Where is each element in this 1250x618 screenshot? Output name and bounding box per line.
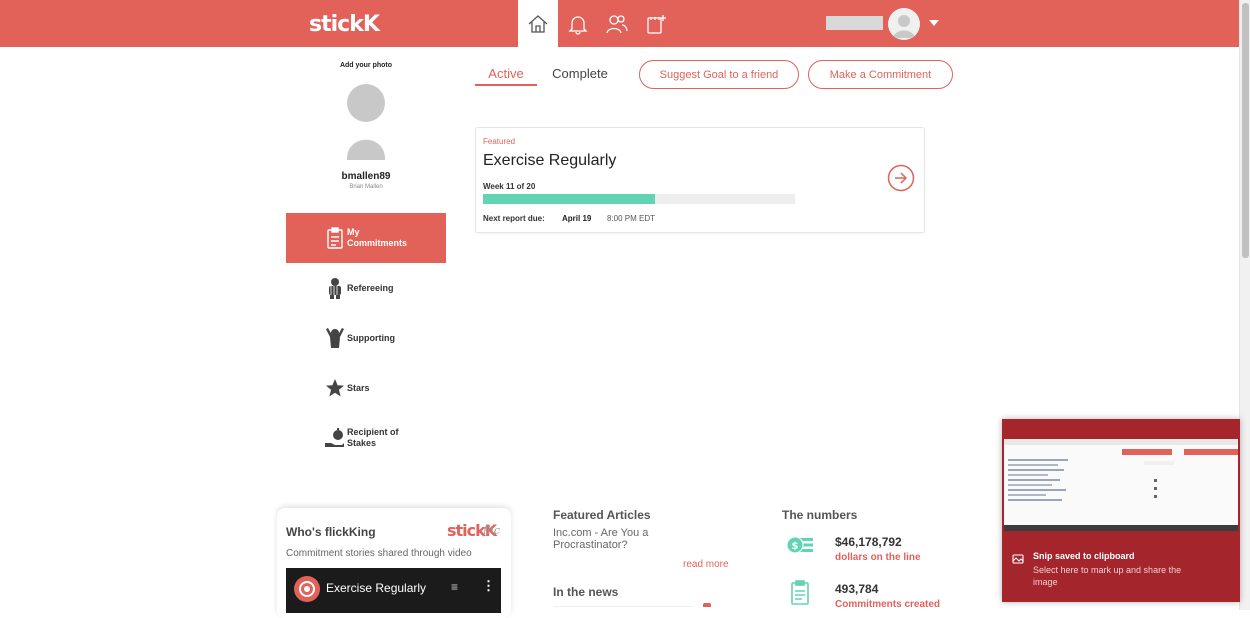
money-hand-icon <box>325 427 345 449</box>
cheer-icon <box>325 327 345 349</box>
sidebar-item-label: Refereeing <box>347 282 394 293</box>
svg-text:$: $ <box>792 541 799 552</box>
divider <box>553 606 693 607</box>
snip-notification-title: Snip saved to clipboard <box>1033 551 1135 561</box>
snip-notification-description: Select here to mark up and share the ima… <box>1033 565 1182 587</box>
next-report-date: April 19 <box>562 214 592 223</box>
commitment-title[interactable]: Exercise Regularly <box>483 152 616 170</box>
user-name-placeholder[interactable] <box>826 16 883 30</box>
channel-avatar[interactable] <box>294 576 320 602</box>
commitments-count-value: 493,784 <box>835 582 879 596</box>
flickking-title: Who's flickKing <box>286 525 376 539</box>
full-name: Brian Mallen <box>349 184 383 190</box>
star-icon <box>325 377 345 399</box>
flickking-card: Who's flickKing stickK flic Commitment s… <box>277 508 511 618</box>
sidebar-item-label: My Commitments <box>347 227 408 248</box>
scrollbar-thumb[interactable] <box>1242 3 1249 258</box>
referee-icon <box>325 277 345 299</box>
snip-notification[interactable]: Snip saved to clipboard Select here to m… <box>1002 419 1240 602</box>
home-icon[interactable] <box>518 0 558 47</box>
page-scrollbar[interactable] <box>1239 0 1250 610</box>
chevron-down-icon[interactable] <box>929 20 939 26</box>
profile-placeholder-icon[interactable] <box>344 83 388 161</box>
featured-articles-title: Featured Articles <box>553 508 651 522</box>
snip-thumbnail[interactable] <box>1004 439 1238 531</box>
more-vertical-icon[interactable]: ⋮ <box>482 578 495 594</box>
username: bmallen89 <box>341 171 391 182</box>
people-icon[interactable] <box>597 0 637 47</box>
next-report-time: 8:00 PM EDT <box>607 214 656 223</box>
clipboard-icon <box>325 227 345 249</box>
make-commitment-button[interactable]: Make a Commitment <box>808 60 953 89</box>
progress-bar-fill <box>483 194 655 204</box>
video-title[interactable]: Exercise Regularly <box>326 581 426 595</box>
sidebar-item-my-commitments[interactable]: My Commitments <box>286 213 446 263</box>
arrow-right-circle-icon[interactable] <box>887 164 915 192</box>
in-the-news-title: In the news <box>553 585 619 599</box>
add-photo-link[interactable]: Add your photo <box>316 62 416 69</box>
tab-complete[interactable]: Complete <box>549 66 611 81</box>
sidebar-item-supporting[interactable]: Supporting <box>286 313 446 363</box>
numbers-title: The numbers <box>782 508 858 522</box>
read-more-link[interactable]: read more <box>683 559 729 570</box>
week-progress-text: Week 11 of 20 <box>483 182 536 191</box>
featured-tag: Featured <box>483 137 516 146</box>
progress-bar <box>483 194 795 204</box>
tab-active[interactable]: Active <box>475 66 537 86</box>
flickking-subtitle: Commitment stories shared through video <box>286 548 472 559</box>
sidebar-item-refereeing[interactable]: Refereeing <box>286 263 446 313</box>
flickking-logo-suffix: flic <box>483 524 501 537</box>
top-navigation-bar: stickK <box>0 0 1239 47</box>
sidebar-item-label: Supporting <box>347 332 395 343</box>
commitment-card[interactable]: Featured Exercise Regularly Week 11 of 2… <box>475 127 925 233</box>
money-on-line-value: $46,178,792 <box>835 535 902 549</box>
sidebar-item-label: Recipient of Stakes <box>347 427 399 448</box>
avatar[interactable] <box>888 8 920 40</box>
next-report-label: Next report due: <box>483 214 545 223</box>
article-link[interactable]: Inc.com - Are You a Procrastinator? <box>553 527 673 551</box>
sidebar-item-recipient-of-stakes[interactable]: Recipient of Stakes <box>286 413 446 463</box>
sidebar-item-label: Stars <box>347 382 370 393</box>
money-on-line-label: dollars on the line <box>835 552 921 563</box>
add-note-icon[interactable] <box>636 0 676 47</box>
clipboard-icon <box>790 580 810 606</box>
snip-icon <box>1012 551 1024 564</box>
sidebar-item-stars[interactable]: Stars <box>286 363 446 413</box>
playlist-icon[interactable]: ≡ <box>451 580 458 594</box>
bell-icon[interactable] <box>558 0 598 47</box>
video-player[interactable]: Exercise Regularly ≡ ⋮ <box>286 568 501 613</box>
money-stack-icon: $ <box>786 535 814 555</box>
commitments-count-label: Commitments created <box>835 599 941 610</box>
suggest-goal-button[interactable]: Suggest Goal to a friend <box>639 60 799 89</box>
stickk-logo[interactable]: stickK <box>309 12 380 37</box>
news-indicator <box>703 603 711 607</box>
